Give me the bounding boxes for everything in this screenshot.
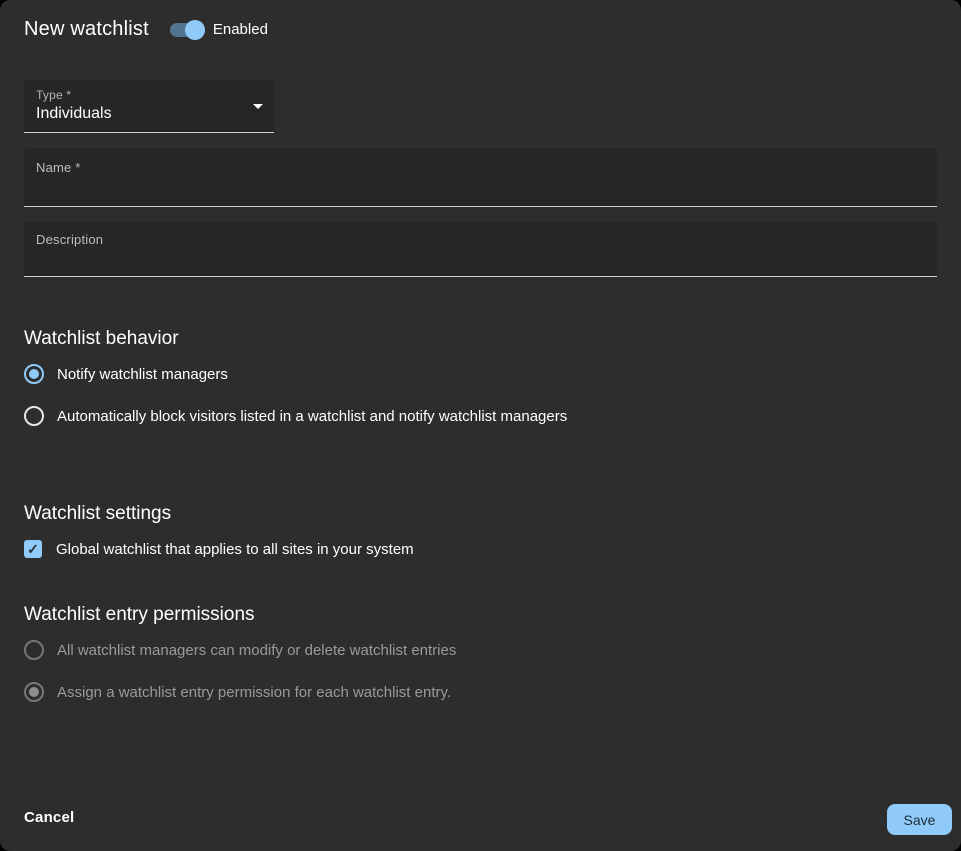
radio-dot-icon: [29, 369, 39, 379]
type-select-label: Type *: [36, 88, 72, 102]
enabled-toggle[interactable]: [169, 19, 205, 40]
cancel-button[interactable]: Cancel: [24, 809, 74, 826]
radio-notify-watchlist-managers[interactable]: Notify watchlist managers: [24, 364, 228, 384]
global-watchlist-checkbox[interactable]: ✓ Global watchlist that applies to all s…: [24, 540, 414, 558]
description-input-label: Description: [36, 232, 104, 247]
radio-unselected-disabled-icon: [24, 640, 44, 660]
dialog-header: New watchlist Enabled: [24, 18, 268, 41]
dropdown-arrow-icon: [253, 104, 263, 109]
radio-selected-disabled-icon: [24, 682, 44, 702]
radio-all-managers-modify: All watchlist managers can modify or del…: [24, 640, 456, 660]
radio-auto-block-visitors[interactable]: Automatically block visitors listed in a…: [24, 406, 567, 426]
radio-selected-icon: [24, 364, 44, 384]
radio-unselected-icon: [24, 406, 44, 426]
name-input[interactable]: Name *: [24, 148, 937, 207]
enabled-toggle-label: Enabled: [212, 21, 268, 38]
permissions-section-heading: Watchlist entry permissions: [24, 604, 255, 625]
settings-section-heading: Watchlist settings: [24, 503, 172, 524]
type-select-value: Individuals: [36, 105, 112, 122]
checkmark-icon: ✓: [27, 541, 39, 557]
radio-option-label: Notify watchlist managers: [57, 365, 228, 383]
radio-dot-icon: [29, 687, 39, 697]
new-watchlist-dialog: New watchlist Enabled Type * Individuals…: [0, 0, 961, 851]
dialog-title: New watchlist: [24, 18, 149, 40]
type-select[interactable]: Type * Individuals: [24, 80, 274, 133]
radio-option-label: Assign a watchlist entry permission for …: [57, 683, 452, 701]
description-input[interactable]: Description: [24, 222, 937, 277]
radio-option-label: All watchlist managers can modify or del…: [57, 641, 457, 659]
save-button[interactable]: Save: [887, 804, 952, 835]
checkbox-checked-icon: ✓: [24, 540, 42, 558]
radio-option-label: Automatically block visitors listed in a…: [57, 407, 568, 425]
toggle-thumb-icon: [184, 19, 205, 40]
name-input-label: Name *: [36, 160, 81, 175]
radio-assign-entry-permission: Assign a watchlist entry permission for …: [24, 682, 451, 702]
checkbox-label: Global watchlist that applies to all sit…: [56, 540, 414, 558]
behavior-section-heading: Watchlist behavior: [24, 328, 179, 349]
